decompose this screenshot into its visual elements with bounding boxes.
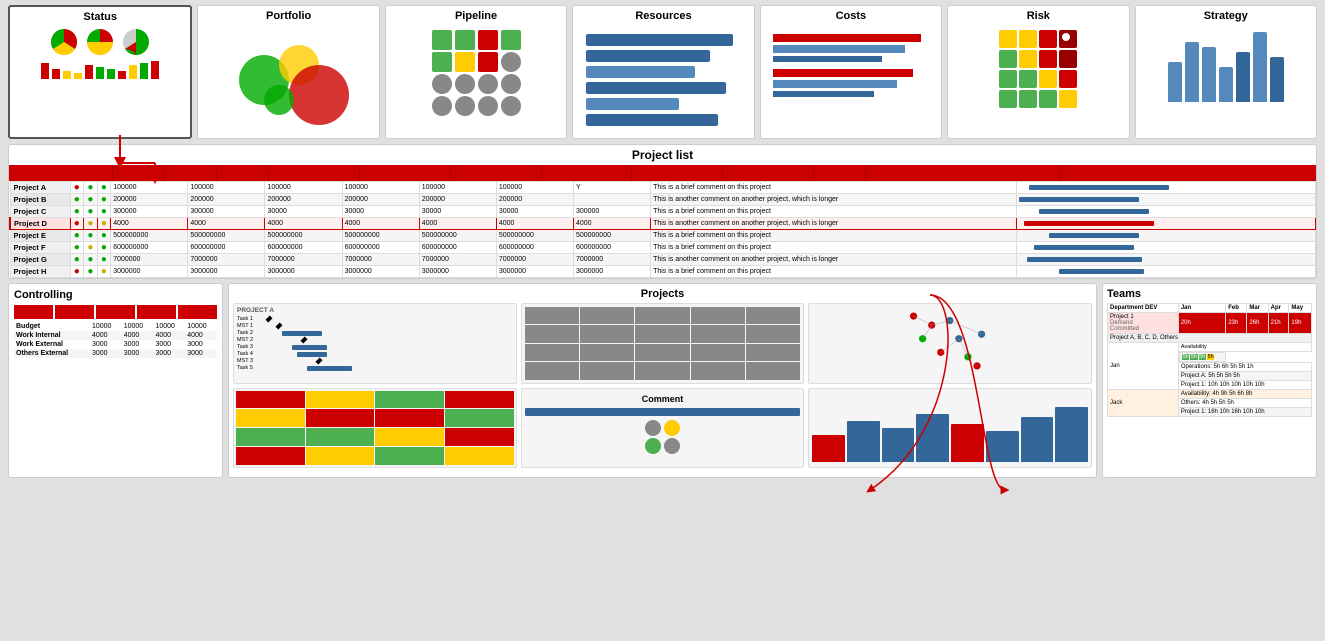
table-row: Project B ● ● ● 200000 200000 200000 200…	[10, 194, 1316, 206]
portfolio-card[interactable]: Portfolio	[197, 5, 379, 139]
costs-visual	[773, 26, 928, 105]
project-comment-subcard: Comment	[521, 388, 805, 469]
table-row: Project E ● ● ● 500000000 500000000 5000…	[10, 230, 1316, 242]
status-card[interactable]: Status	[8, 5, 192, 139]
portfolio-title: Portfolio	[266, 10, 311, 22]
project-table: Project A ● ● ● 100000 100000 100000 100…	[9, 181, 1316, 278]
project-network-subcard	[808, 303, 1092, 384]
pipeline-card[interactable]: Pipeline	[385, 5, 567, 139]
resources-card[interactable]: Resources	[572, 5, 754, 139]
projects-title: Projects	[233, 288, 1092, 300]
project-list-section: Project list Project A ● ● ● 1	[8, 144, 1317, 279]
bottom-section: Controlling Budget10000100001000010000 W…	[0, 283, 1325, 478]
pipeline-title: Pipeline	[455, 10, 497, 22]
risk-title: Risk	[1027, 10, 1050, 22]
teams-title: Teams	[1107, 288, 1312, 300]
project-color-subcard	[521, 303, 805, 384]
risk-card[interactable]: Risk	[947, 5, 1129, 139]
strategy-visual	[1164, 26, 1288, 106]
controlling-title: Controlling	[14, 289, 217, 301]
teams-card: Teams Department DEV Jan Feb Mar Apr May…	[1102, 283, 1317, 478]
costs-card[interactable]: Costs	[760, 5, 942, 139]
table-row: Project F ● ● ● 600000000 600000000 6000…	[10, 242, 1316, 254]
top-cards-row: Status	[0, 0, 1325, 144]
table-row: Project C ● ● ● 300000 300000 30000 3000…	[10, 206, 1316, 218]
risk-visual	[995, 26, 1081, 112]
table-row: Project G ● ● ● 7000000 7000000 7000000 …	[10, 254, 1316, 266]
table-row: Project D ● ● ● 4000 4000 4000 4000 4000…	[10, 218, 1316, 230]
status-title: Status	[83, 11, 117, 23]
table-row: Project H ● ● ● 3000000 3000000 3000000 …	[10, 266, 1316, 278]
pipeline-visual	[428, 26, 525, 120]
project-blocks-subcard	[233, 388, 517, 469]
strategy-card[interactable]: Strategy	[1135, 5, 1317, 139]
strategy-title: Strategy	[1204, 10, 1248, 22]
controlling-card: Controlling Budget10000100001000010000 W…	[8, 283, 223, 478]
projects-card: Projects PROJECT A Task 1 MST 1 Task 2 M…	[228, 283, 1097, 478]
portfolio-visual	[224, 26, 354, 134]
project-gantt-subcard: PROJECT A Task 1 MST 1 Task 2 MST 2 Task…	[233, 303, 517, 384]
status-visual	[41, 27, 159, 79]
project-barchart-subcard	[808, 388, 1092, 469]
resources-visual	[586, 26, 741, 134]
costs-title: Costs	[836, 10, 867, 22]
table-row: Project A ● ● ● 100000 100000 100000 100…	[10, 182, 1316, 194]
resources-title: Resources	[635, 10, 691, 22]
project-list-title: Project list	[9, 145, 1316, 165]
